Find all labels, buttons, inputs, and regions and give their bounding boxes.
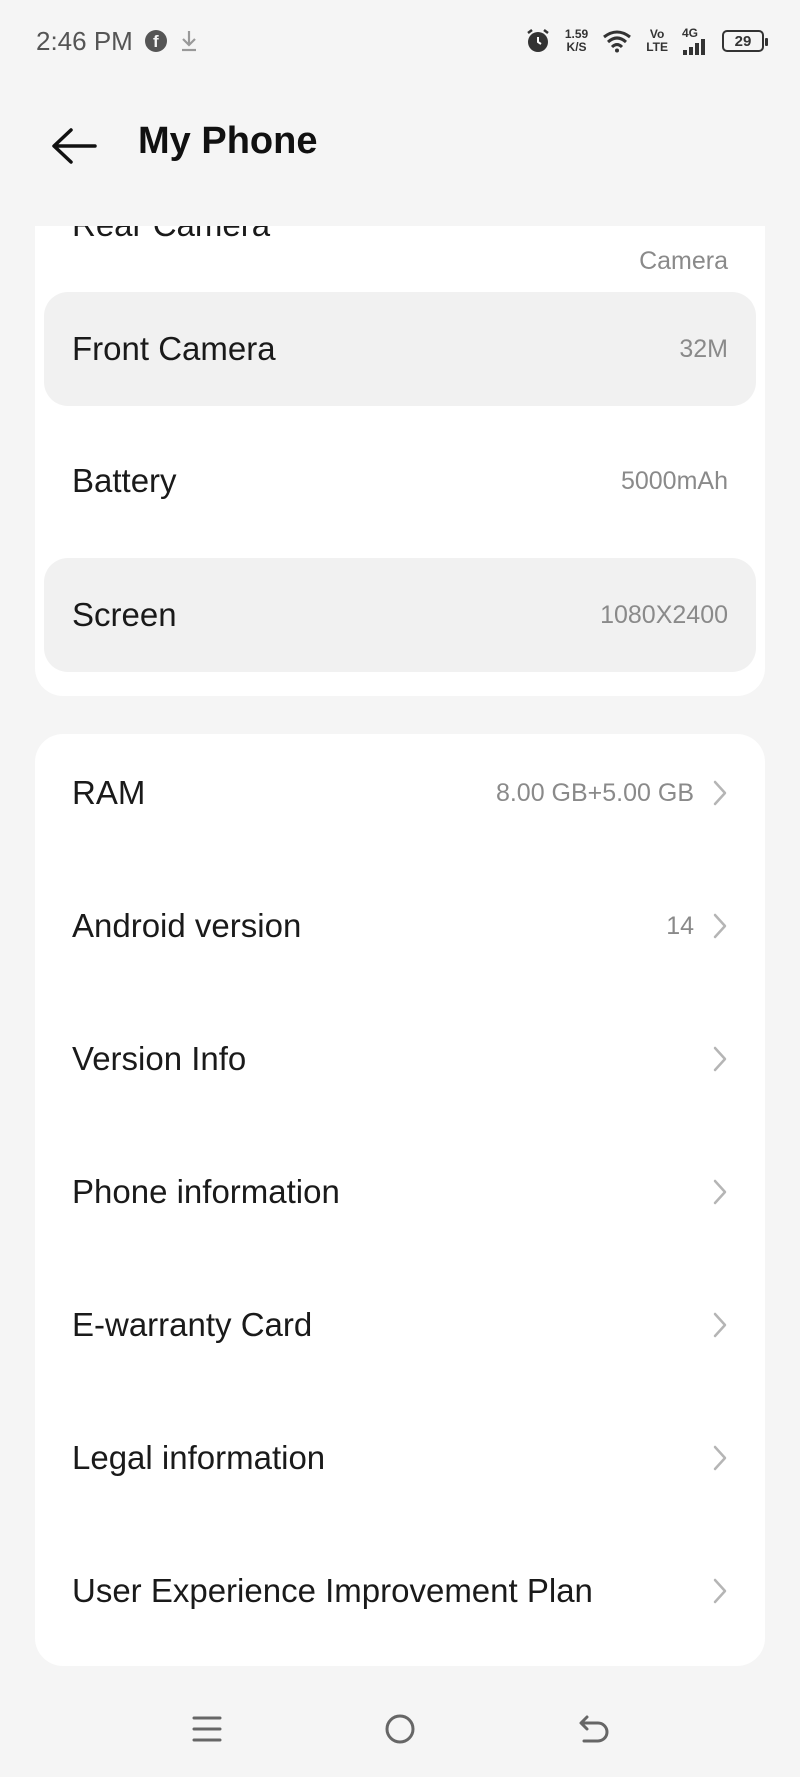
row-right: 1080X2400 [600, 601, 728, 630]
hardware-card: Rear Camera Camera Front Camera 32M Batt… [35, 226, 765, 696]
row-right: 14 [666, 912, 728, 941]
menu-lines-icon [192, 1716, 222, 1741]
home-button[interactable] [370, 1699, 430, 1759]
page-title: My Phone [138, 120, 318, 162]
ram-row[interactable]: RAM 8.00 GB+5.00 GB [44, 736, 756, 850]
row-label: Screen [72, 596, 177, 633]
app-header: My Phone [0, 90, 800, 200]
network-type: 4G [682, 26, 699, 40]
rear-camera-row[interactable]: Rear Camera Camera [44, 226, 756, 282]
chevron-right-icon [713, 913, 727, 939]
row-label: Android version [72, 907, 302, 944]
download-icon [181, 31, 196, 52]
back-button[interactable] [44, 120, 104, 172]
chevron-right-icon [713, 1445, 727, 1471]
row-label: E-warranty Card [72, 1306, 313, 1343]
screen-row[interactable]: Screen 1080X2400 [44, 558, 756, 672]
row-label: User Experience Improvement Plan [72, 1572, 593, 1609]
row-right [712, 1178, 728, 1206]
home-circle-icon [385, 1714, 415, 1743]
volte-indicator: Vo LTE [646, 28, 668, 54]
chevron-right-icon [713, 780, 727, 806]
network-speed: 1.59 K/S [565, 28, 588, 54]
row-right: Camera [639, 226, 728, 275]
chevron-right-icon [713, 1578, 727, 1604]
row-label: RAM [72, 774, 146, 811]
battery-row[interactable]: Battery 5000mAh [44, 424, 756, 538]
row-right: 8.00 GB+5.00 GB [496, 779, 728, 808]
battery-icon: 29 [722, 30, 768, 52]
legal-information-row[interactable]: Legal information [44, 1401, 756, 1515]
row-value: Camera [639, 246, 728, 275]
back-nav-button[interactable] [563, 1699, 623, 1759]
battery-level: 29 [734, 32, 752, 50]
row-label: Phone information [72, 1173, 340, 1210]
chevron-right-icon [713, 1179, 727, 1205]
user-experience-plan-row[interactable]: User Experience Improvement Plan [44, 1534, 756, 1648]
android-version-row[interactable]: Android version 14 [44, 869, 756, 983]
info-card: RAM 8.00 GB+5.00 GB Android version 14 V… [35, 734, 765, 1666]
row-right [712, 1444, 728, 1472]
chevron-right-icon [713, 1046, 727, 1072]
volte-bottom: LTE [646, 40, 668, 54]
row-value: 5000mAh [620, 466, 728, 495]
version-info-row[interactable]: Version Info [44, 1002, 756, 1116]
chevron-right-icon [713, 1312, 727, 1338]
row-value: 1080X2400 [600, 600, 728, 629]
system-nav-bar [0, 1680, 800, 1777]
front-camera-row[interactable]: Front Camera 32M [44, 292, 756, 406]
alarm-icon [527, 29, 549, 52]
row-right [712, 1577, 728, 1605]
row-value: 8.00 GB+5.00 GB [495, 778, 694, 807]
row-value: 14 [666, 911, 694, 940]
e-warranty-card-row[interactable]: E-warranty Card [44, 1268, 756, 1382]
row-right: 5000mAh [621, 467, 728, 496]
status-left: 2:46 PM f [36, 26, 199, 57]
status-time: 2:46 PM [36, 25, 133, 56]
row-label: Rear Camera [72, 226, 270, 244]
return-arrow-icon [579, 1715, 609, 1742]
facebook-notification-icon: f [144, 30, 167, 52]
row-label: Front Camera [72, 330, 276, 367]
row-right [712, 1311, 728, 1339]
signal-strength-icon [683, 39, 705, 55]
signal-group: 4G [682, 27, 708, 55]
network-speed-unit: K/S [566, 40, 587, 54]
row-label: Legal information [72, 1439, 326, 1476]
settings-list[interactable]: Rear Camera Camera Front Camera 32M Batt… [0, 226, 800, 1666]
status-bar: 2:46 PM f 1.59 K/S Vo LTE 4G 29 [0, 0, 800, 82]
status-right: 1.59 K/S Vo LTE 4G 29 [525, 27, 768, 55]
row-value: 32M [679, 334, 728, 363]
row-right [712, 1045, 728, 1073]
recent-apps-button[interactable] [177, 1699, 237, 1759]
row-label: Version Info [72, 1040, 247, 1077]
back-arrow-icon [52, 128, 97, 164]
row-right: 32M [679, 335, 728, 364]
wifi-icon [603, 30, 632, 53]
row-label: Battery [72, 462, 177, 499]
phone-information-row[interactable]: Phone information [44, 1135, 756, 1249]
